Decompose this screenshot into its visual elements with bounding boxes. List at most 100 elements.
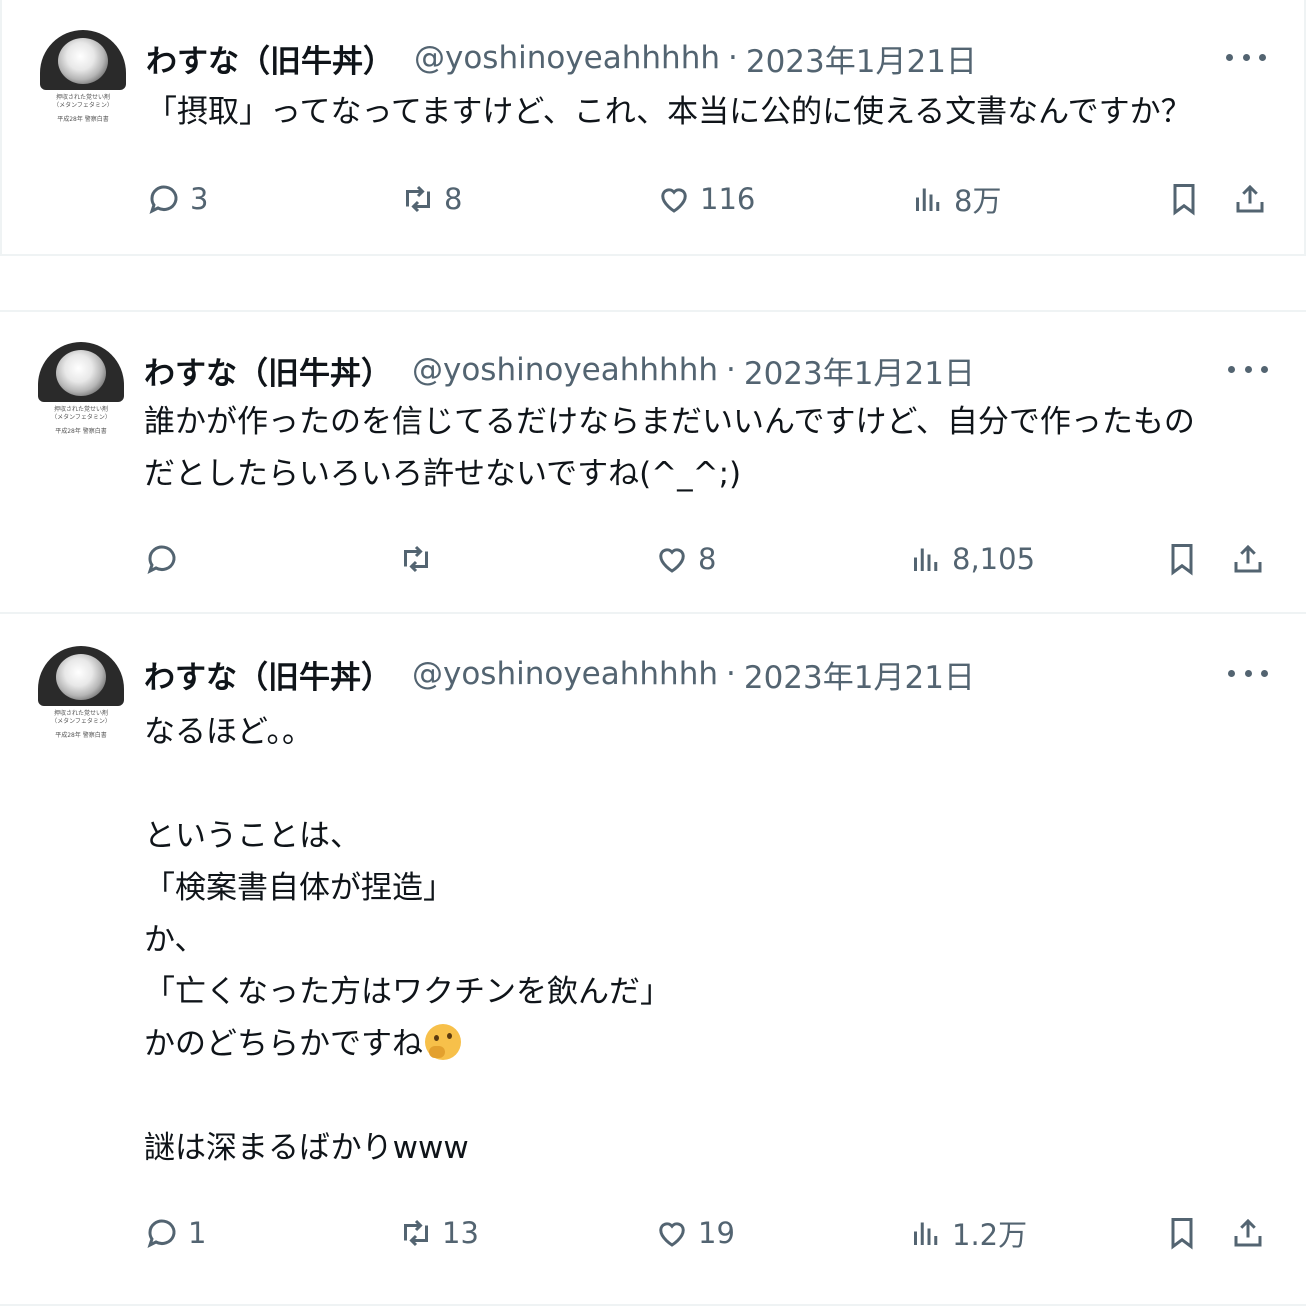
bookmark-button[interactable]	[1164, 1208, 1200, 1258]
like-count: 8	[698, 542, 717, 576]
more-icon[interactable]	[1228, 658, 1268, 688]
separator: ·	[726, 656, 736, 692]
bookmark-button[interactable]	[1164, 534, 1200, 584]
avatar-caption: 押収された覚せい剤	[53, 406, 108, 413]
avatar[interactable]: 押収された覚せい剤 （メタンフェタミン） 平成28年 警察白書	[38, 342, 124, 444]
action-bar: 8 8,105	[0, 534, 1306, 584]
tweet-line: 「亡くなった方はワクチンを飲んだ」	[144, 974, 671, 1010]
like-button[interactable]: 8	[654, 534, 716, 584]
tweet[interactable]: 押収された覚せい剤 （メタンフェタミン） 平成28年 警察白書 わすな（旧牛丼）…	[0, 310, 1306, 614]
retweet-icon	[406, 185, 430, 213]
thinking-face-icon	[425, 1024, 461, 1060]
divider-gap	[0, 256, 1306, 310]
retweet-count: 8	[444, 182, 463, 216]
avatar-caption: （メタンフェタミン）	[53, 102, 113, 109]
avatar[interactable]: 押収された覚せい剤 （メタンフェタミン） 平成28年 警察白書	[38, 646, 124, 748]
reply-icon	[147, 545, 176, 574]
tweet-header: わすな（旧牛丼） @yoshinoyeahhhhh · 2023年1月21日	[144, 348, 975, 392]
tweet-line-with-emoji: かのどちらかですね	[144, 1018, 1274, 1070]
share-icon	[1234, 1218, 1262, 1247]
author-name[interactable]: わすな（旧牛丼）	[144, 652, 392, 697]
like-icon	[659, 548, 685, 573]
avatar-crystal-image	[56, 654, 106, 700]
views-icon	[916, 188, 940, 211]
reply-button[interactable]	[144, 534, 188, 584]
separator: ·	[726, 352, 736, 388]
tweet-line: 「検案書自体が捏造」	[144, 870, 454, 906]
tweet[interactable]: 押収された覚せい剤 （メタンフェタミン） 平成28年 警察白書 わすな（旧牛丼）…	[0, 0, 1306, 256]
retweet-icon	[404, 1219, 428, 1247]
tweet-header: わすな（旧牛丼） @yoshinoyeahhhhh · 2023年1月21日	[144, 652, 975, 696]
retweet-button[interactable]: 13	[398, 1208, 479, 1258]
tweet-text: なるほど。。 ということは、 「検案書自体が捏造」 か、 「亡くなった方はワクチ…	[144, 706, 1274, 1174]
views-button[interactable]: 8,105	[908, 534, 1035, 584]
retweet-icon	[404, 545, 428, 573]
views-button[interactable]: 8万	[910, 174, 1001, 224]
author-handle[interactable]: @yoshinoyeahhhhh	[414, 40, 720, 76]
tweet-text: 「摂取」ってなってますけど、これ、本当に公的に使える文書なんですか？	[146, 94, 1192, 130]
more-icon[interactable]	[1226, 42, 1266, 72]
views-count: 8万	[954, 184, 1002, 218]
views-icon	[914, 548, 938, 571]
tweet-date[interactable]: 2023年1月21日	[744, 348, 975, 393]
author-name[interactable]: わすな（旧牛丼）	[144, 348, 392, 393]
tweet-line: かのどちらかですね	[144, 1026, 423, 1062]
reply-icon	[147, 1219, 176, 1248]
avatar-caption: 押収された覚せい剤	[53, 710, 108, 717]
like-icon	[661, 188, 687, 213]
retweet-count: 13	[442, 1216, 479, 1250]
avatar-caption: 平成28年 警察白書	[55, 428, 107, 435]
tweet-date[interactable]: 2023年1月21日	[744, 652, 975, 697]
author-name[interactable]: わすな（旧牛丼）	[146, 36, 394, 81]
like-count: 19	[698, 1216, 735, 1250]
views-icon	[914, 1222, 938, 1245]
bookmark-icon	[1171, 544, 1193, 576]
tweet[interactable]: 押収された覚せい剤 （メタンフェタミン） 平成28年 警察白書 わすな（旧牛丼）…	[0, 616, 1306, 1306]
action-bar: 1 13 19 1.2万	[0, 1208, 1306, 1258]
avatar-background	[38, 342, 124, 402]
reply-icon	[149, 185, 178, 214]
share-button[interactable]	[1230, 1208, 1266, 1258]
reply-button[interactable]: 3	[146, 174, 208, 224]
tweet-line	[144, 1070, 1274, 1122]
avatar-crystal-image	[56, 350, 106, 396]
avatar-background	[40, 30, 126, 90]
tweet-date[interactable]: 2023年1月21日	[746, 36, 977, 81]
views-count: 1.2万	[952, 1218, 1028, 1252]
tweet-line: ということは、	[144, 818, 361, 854]
avatar[interactable]: 押収された覚せい剤 （メタンフェタミン） 平成28年 警察白書	[40, 30, 126, 132]
avatar-caption: （メタンフェタミン）	[51, 718, 111, 725]
tweet-line: なるほど。。	[144, 714, 313, 750]
separator: ·	[728, 40, 738, 76]
tweet-text: 誰かが作ったのを信じてるだけならまだいいんですけど、自分で作ったもの だとしたら…	[144, 404, 1195, 492]
author-handle[interactable]: @yoshinoyeahhhhh	[412, 352, 718, 388]
more-icon[interactable]	[1228, 354, 1268, 384]
avatar-background	[38, 646, 124, 706]
bookmark-button[interactable]	[1166, 174, 1202, 224]
like-button[interactable]: 19	[654, 1208, 735, 1258]
share-button[interactable]	[1232, 174, 1268, 224]
avatar-crystal-image	[58, 38, 108, 84]
author-handle[interactable]: @yoshinoyeahhhhh	[412, 656, 718, 692]
share-icon	[1234, 544, 1262, 573]
reply-button[interactable]: 1	[144, 1208, 206, 1258]
like-count: 116	[700, 182, 756, 216]
like-icon	[659, 1222, 685, 1247]
like-button[interactable]: 116	[656, 174, 755, 224]
bookmark-icon	[1173, 184, 1195, 216]
avatar-caption: （メタンフェタミン）	[51, 414, 111, 421]
share-button[interactable]	[1230, 534, 1266, 584]
retweet-button[interactable]: 8	[400, 174, 462, 224]
tweet-line: 謎は深まるばかりwww	[144, 1130, 469, 1166]
tweet-line: か、	[144, 922, 206, 958]
avatar-caption: 押収された覚せい剤	[55, 94, 110, 101]
share-icon	[1236, 184, 1264, 213]
views-count: 8,105	[952, 542, 1036, 576]
views-button[interactable]: 1.2万	[908, 1208, 1027, 1258]
retweet-button[interactable]	[398, 534, 442, 584]
avatar-caption: 平成28年 警察白書	[57, 116, 109, 123]
action-bar: 3 8 116 8万	[2, 174, 1306, 224]
reply-count: 1	[188, 1216, 207, 1250]
reply-count: 3	[190, 182, 209, 216]
tweet-header: わすな（旧牛丼） @yoshinoyeahhhhh · 2023年1月21日	[146, 36, 977, 80]
